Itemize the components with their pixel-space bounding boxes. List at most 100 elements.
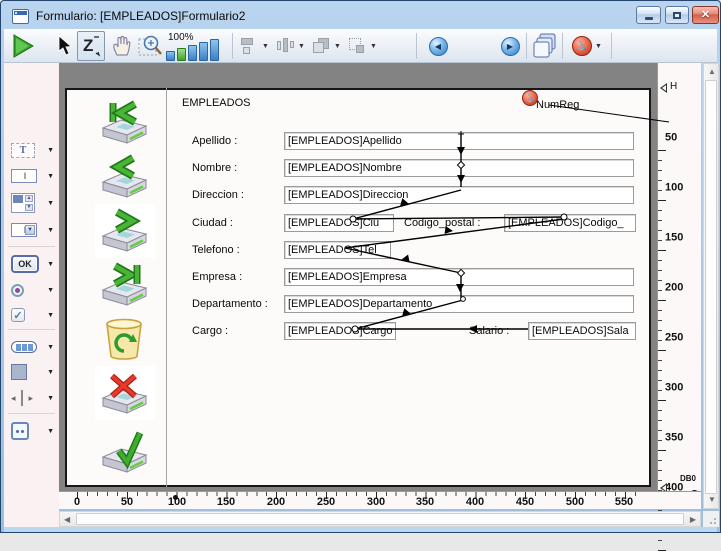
chevron-down-icon[interactable]: ▼ xyxy=(47,395,54,402)
chevron-down-icon[interactable]: ▼ xyxy=(47,173,54,180)
field-label: Departamento : xyxy=(192,298,268,310)
scroll-left-icon[interactable]: ◀ xyxy=(64,516,70,524)
last-record-icon xyxy=(99,262,149,308)
previous-record-icon xyxy=(99,154,149,200)
chevron-down-icon[interactable]: ▼ xyxy=(47,261,54,268)
restore-button[interactable] xyxy=(665,6,689,24)
chevron-down-icon[interactable]: ▼ xyxy=(370,43,377,50)
select-tool-button[interactable] xyxy=(52,31,76,61)
layers-tool-button[interactable]: ▼ xyxy=(310,31,344,61)
tool-splitter[interactable]: ◂▸ ▼ xyxy=(4,386,59,410)
tab-order-tool-button[interactable]: Z xyxy=(77,31,105,61)
title-bar[interactable]: Formulario: [EMPLEADOS]Formulario2 xyxy=(3,3,718,29)
field-codigo-postal[interactable]: [EMPLEADOS]Codigo_ xyxy=(504,214,636,232)
form-title: EMPLEADOS xyxy=(182,97,250,109)
field-cargo[interactable]: [EMPLEADOS]Cargo xyxy=(284,322,396,340)
zoom-tool-button[interactable] xyxy=(136,31,166,61)
last-record-button[interactable] xyxy=(99,262,149,308)
field-label: Direccion : xyxy=(192,189,244,201)
chevron-down-icon[interactable]: ▼ xyxy=(334,43,341,50)
chevron-down-icon[interactable]: ▼ xyxy=(262,43,269,50)
selection-icon xyxy=(349,38,367,54)
chevron-down-icon[interactable]: ▼ xyxy=(47,147,54,154)
run-icon xyxy=(12,34,34,58)
recycle-button[interactable] xyxy=(99,316,149,362)
selection-options-button[interactable]: ▼ xyxy=(346,31,380,61)
chevron-down-icon[interactable]: ▼ xyxy=(47,200,54,207)
chevron-down-icon[interactable]: ▼ xyxy=(47,312,54,319)
vruler-tick: 250 xyxy=(665,331,683,343)
minimize-button[interactable] xyxy=(636,6,661,24)
app-window: Formulario: [EMPLEADOS]Formulario2 ✕ Z 1… xyxy=(0,0,721,533)
field-telefono[interactable]: [EMPLEADOS]Tel xyxy=(284,241,391,259)
run-button[interactable] xyxy=(9,31,37,61)
hruler-tick: 400 xyxy=(466,496,484,508)
chevron-down-icon[interactable]: ▼ xyxy=(595,43,602,50)
chevron-down-icon[interactable]: ▼ xyxy=(47,369,54,376)
palette-separator xyxy=(8,246,55,247)
scroll-right-icon[interactable]: ▶ xyxy=(690,516,696,524)
next-page-button[interactable]: ▶ xyxy=(498,31,522,61)
ole-control-icon xyxy=(11,422,29,440)
hruler-tick: 500 xyxy=(566,496,584,508)
field-salario[interactable]: [EMPLEADOS]Sala xyxy=(528,322,636,340)
chevron-down-icon[interactable]: ▼ xyxy=(47,344,54,351)
zoom-bar-4[interactable] xyxy=(199,42,208,61)
close-button[interactable]: ✕ xyxy=(692,6,719,24)
scroll-up-icon[interactable]: ▲ xyxy=(708,68,716,76)
vertical-scroll-thumb[interactable] xyxy=(705,80,717,494)
hand-icon xyxy=(111,35,133,57)
first-record-icon xyxy=(99,100,149,146)
first-record-button[interactable] xyxy=(99,100,149,146)
zoom-bar-current[interactable] xyxy=(177,48,186,61)
chevron-down-icon[interactable]: ▼ xyxy=(298,43,305,50)
hruler-tick: 200 xyxy=(267,496,285,508)
tool-ole-control[interactable]: ▼ xyxy=(4,419,59,443)
field-departamento[interactable]: [EMPLEADOS]Departamento xyxy=(284,295,634,313)
zoom-bar-5[interactable] xyxy=(210,39,219,61)
tool-shape[interactable]: ▼ xyxy=(4,360,59,384)
scroll-down-icon[interactable]: ▼ xyxy=(708,496,716,504)
chevron-down-icon[interactable]: ▼ xyxy=(47,227,54,234)
tool-list-box[interactable]: ▲▼ ▼ xyxy=(4,191,59,215)
pan-tool-button[interactable] xyxy=(108,31,136,61)
field-apellido[interactable]: [EMPLEADOS]Apellido xyxy=(284,132,634,150)
field-empresa[interactable]: [EMPLEADOS]Empresa xyxy=(284,268,634,286)
vertical-scrollbar[interactable]: ▲ ▼ xyxy=(703,63,719,509)
control-palette: T ▼ I ▼ ▲▼ ▼ I▼ ▼ OK ▼ ▼ ✓ ▼ xyxy=(4,63,59,527)
vertical-ruler: 50 100 150 200 250 300 350 400 H DB0 F xyxy=(657,63,701,509)
horizontal-scroll-thumb[interactable] xyxy=(76,513,684,525)
field-direccion[interactable]: [EMPLEADOS]Direccion xyxy=(284,186,634,204)
zoom-level-control[interactable]: 100% xyxy=(164,31,226,61)
validate-record-button[interactable] xyxy=(99,429,149,475)
resize-grip[interactable] xyxy=(703,511,719,527)
delete-record-button[interactable] xyxy=(99,370,149,416)
next-record-button[interactable] xyxy=(99,208,149,254)
field-label: Telefono : xyxy=(192,244,240,256)
zoom-bar-3[interactable] xyxy=(188,45,197,61)
field-nombre[interactable]: [EMPLEADOS]Nombre xyxy=(284,159,634,177)
align-tool-button[interactable]: ▼ xyxy=(238,31,272,61)
chevron-down-icon[interactable]: ▼ xyxy=(47,428,54,435)
distribute-tool-button[interactable]: ▼ xyxy=(274,31,308,61)
horizontal-scrollbar[interactable]: ◀ ▶ xyxy=(59,511,701,527)
vruler-tick: 350 xyxy=(665,431,683,443)
tool-progress-bar[interactable]: ▼ xyxy=(4,335,59,359)
anchor-button[interactable]: ⚓ ▼ xyxy=(566,31,608,61)
previous-page-button[interactable]: ◀ xyxy=(426,31,450,61)
tool-static-text[interactable]: T ▼ xyxy=(4,138,59,162)
previous-page-icon: ◀ xyxy=(429,37,448,56)
tool-radio-button[interactable]: ▼ xyxy=(4,278,59,302)
field-ciudad[interactable]: [EMPLEADOS]Ciu xyxy=(284,214,394,232)
tool-combo-box[interactable]: I▼ ▼ xyxy=(4,218,59,242)
zoom-bar-1[interactable] xyxy=(166,51,175,61)
tool-checkbox[interactable]: ✓ ▼ xyxy=(4,303,59,327)
cascade-windows-icon xyxy=(532,33,558,59)
horizontal-ruler: 0 50 100 150 200 250 300 350 400 450 500… xyxy=(59,491,701,509)
previous-record-button[interactable] xyxy=(99,154,149,200)
tool-edit-field[interactable]: I ▼ xyxy=(4,164,59,188)
cascade-windows-button[interactable] xyxy=(530,31,560,61)
chevron-down-icon[interactable]: ▼ xyxy=(47,287,54,294)
numreg-control[interactable]: ⚓ NumReg xyxy=(522,90,579,111)
tool-button[interactable]: OK ▼ xyxy=(4,252,59,276)
